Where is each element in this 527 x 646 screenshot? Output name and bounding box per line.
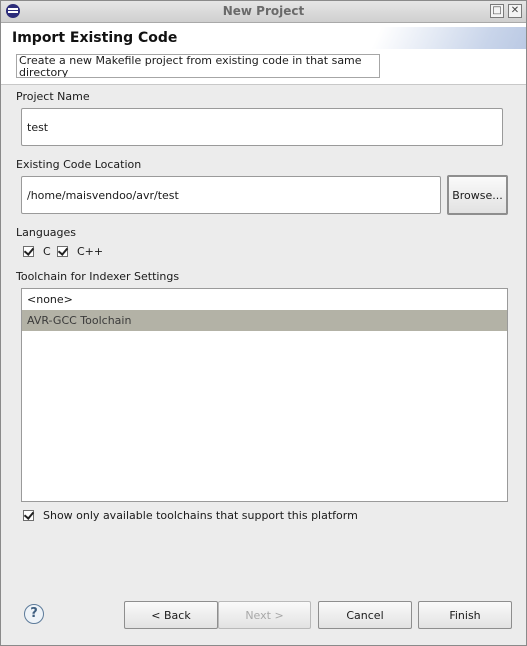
- maximize-icon[interactable]: □: [490, 4, 504, 18]
- cancel-button[interactable]: Cancel: [318, 601, 412, 629]
- toolchain-item-avr-gcc[interactable]: AVR-GCC Toolchain: [22, 310, 507, 331]
- help-icon[interactable]: ?: [24, 604, 44, 624]
- code-location-label: Existing Code Location: [16, 158, 142, 171]
- page-title: Import Existing Code: [12, 30, 178, 46]
- show-available-toolchains-label: Show only available toolchains that supp…: [43, 509, 358, 522]
- finish-button[interactable]: Finish: [418, 601, 512, 629]
- language-c-label: C: [43, 245, 51, 258]
- language-cpp-checkbox[interactable]: [57, 246, 68, 257]
- toolchain-label: Toolchain for Indexer Settings: [16, 270, 180, 283]
- toolchain-item-none[interactable]: <none>: [22, 289, 507, 310]
- new-project-dialog: New Project □ ✕ Import Existing Code Cre…: [0, 0, 527, 646]
- wizard-header: Import Existing Code Create a new Makefi…: [1, 23, 526, 85]
- project-name-label: Project Name: [16, 90, 90, 103]
- languages-label: Languages: [16, 226, 77, 239]
- show-available-toolchains-checkbox[interactable]: [23, 510, 34, 521]
- page-description: Create a new Makefile project from exist…: [16, 54, 380, 78]
- language-c-checkbox[interactable]: [23, 246, 34, 257]
- back-button[interactable]: < Back: [124, 601, 218, 629]
- window-title: New Project: [222, 4, 305, 18]
- language-cpp-label: C++: [77, 245, 104, 258]
- browse-button[interactable]: Browse...: [447, 175, 508, 215]
- project-name-input[interactable]: test: [21, 108, 503, 146]
- titlebar[interactable]: New Project □ ✕: [1, 1, 526, 23]
- code-location-input[interactable]: /home/maisvendoo/avr/test: [21, 176, 441, 214]
- header-banner-graphic: [370, 27, 526, 49]
- next-button[interactable]: Next >: [218, 601, 311, 629]
- toolchain-list[interactable]: <none> AVR-GCC Toolchain: [21, 288, 508, 502]
- close-icon[interactable]: ✕: [508, 4, 522, 18]
